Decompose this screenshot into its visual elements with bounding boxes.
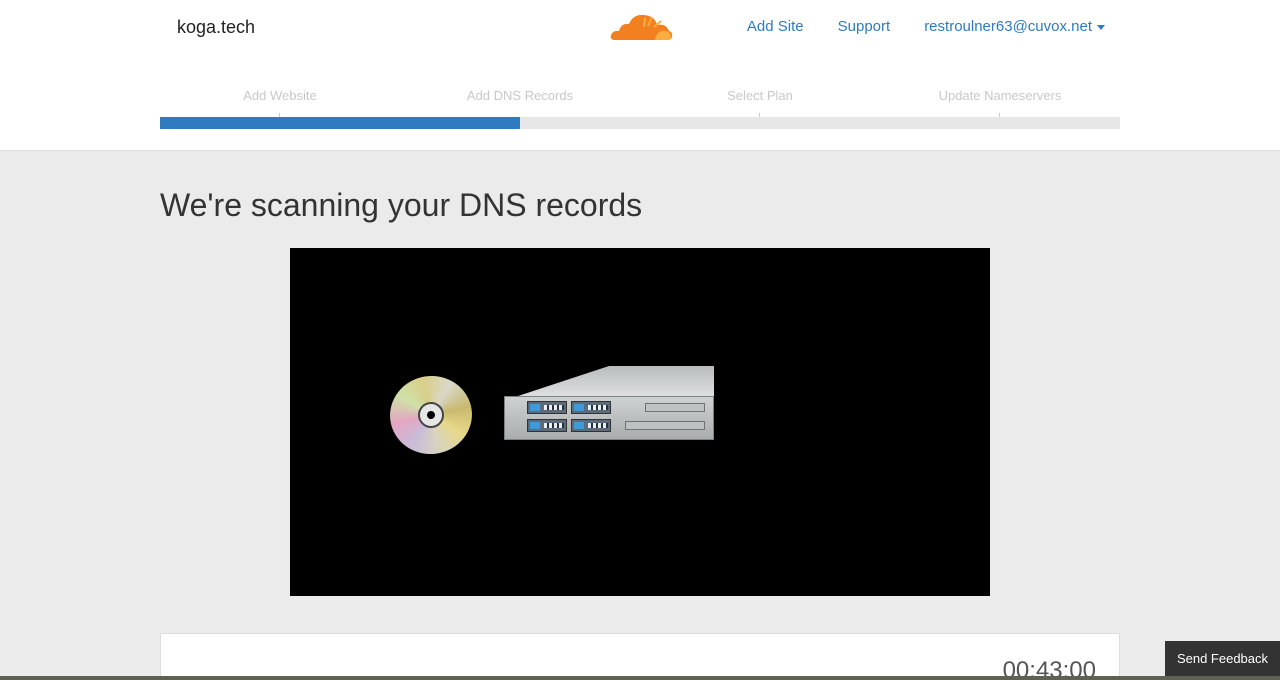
- caret-down-icon: [1097, 24, 1105, 30]
- support-link[interactable]: Support: [838, 18, 891, 35]
- account-menu[interactable]: restroulner63@cuvox.net: [924, 18, 1105, 35]
- setup-progress-fill: [160, 117, 520, 129]
- setup-steps: Add Website Add DNS Records Select Plan …: [160, 88, 1120, 118]
- step-select-plan: Select Plan: [727, 88, 793, 103]
- site-name[interactable]: koga.tech: [177, 17, 255, 38]
- top-bar: koga.tech Add Site Support restroulner63…: [0, 0, 1280, 151]
- top-nav: Add Site Support restroulner63@cuvox.net: [747, 18, 1105, 35]
- step-add-website: Add Website: [243, 88, 317, 103]
- send-feedback-button[interactable]: Send Feedback: [1165, 641, 1280, 677]
- add-site-link[interactable]: Add Site: [747, 18, 804, 35]
- step-add-dns-records: Add DNS Records: [466, 88, 574, 103]
- account-email: restroulner63@cuvox.net: [924, 18, 1092, 35]
- disc-image: [384, 370, 478, 460]
- page-title: We're scanning your DNS records: [160, 187, 643, 223]
- server-image: [504, 366, 714, 444]
- setup-progress-bar: [160, 117, 1120, 129]
- scanning-animation: [290, 248, 990, 596]
- cloudflare-logo-icon[interactable]: [608, 10, 674, 44]
- scan-status-card: 00:43:00: [160, 633, 1120, 680]
- step-update-nameservers: Update Nameservers: [938, 88, 1062, 103]
- window-bottom-edge: [0, 676, 1280, 680]
